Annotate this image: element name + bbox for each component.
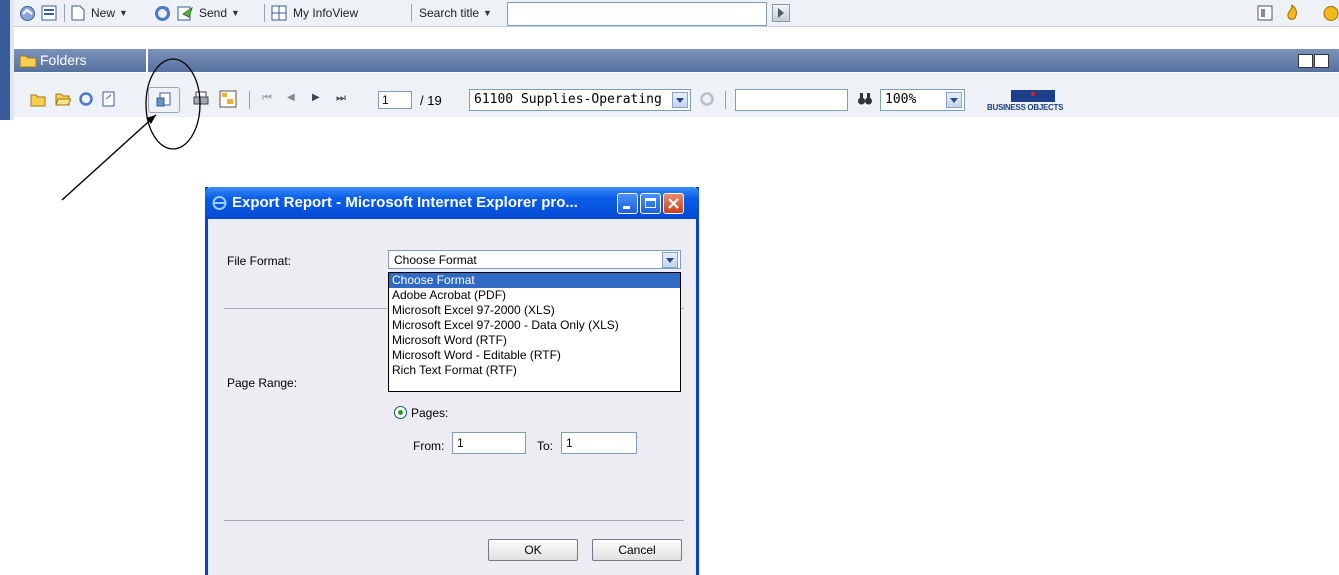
- file-format-select[interactable]: Choose Format: [388, 250, 681, 269]
- pages-radio[interactable]: [394, 406, 407, 419]
- minimize-button[interactable]: [617, 193, 638, 214]
- annotation-circle: [145, 58, 201, 150]
- dialog-title: Export Report - Microsoft Internet Explo…: [232, 194, 578, 211]
- from-label: From:: [413, 439, 445, 453]
- format-option[interactable]: Choose Format: [389, 273, 680, 288]
- dialog-titlebar[interactable]: Export Report - Microsoft Internet Explo…: [205, 187, 699, 219]
- file-format-value: Choose Format: [394, 253, 477, 267]
- chevron-down-icon[interactable]: [662, 252, 678, 268]
- format-option[interactable]: Microsoft Excel 97-2000 - Data Only (XLS…: [389, 318, 680, 333]
- cancel-button[interactable]: Cancel: [592, 539, 682, 561]
- format-option[interactable]: Adobe Acrobat (PDF): [389, 288, 680, 303]
- section-divider: [224, 520, 684, 521]
- format-option[interactable]: Rich Text Format (RTF): [389, 363, 680, 378]
- to-page-input[interactable]: [561, 432, 637, 454]
- annotation-arrow-line: [61, 114, 157, 201]
- section-divider: [681, 308, 684, 309]
- file-format-options-list: Choose Format Adobe Acrobat (PDF) Micros…: [388, 272, 681, 392]
- maximize-icon: [645, 198, 656, 208]
- close-button[interactable]: [663, 193, 684, 214]
- to-label: To:: [537, 439, 554, 453]
- from-page-input[interactable]: [452, 432, 526, 454]
- close-icon: [668, 198, 679, 209]
- page-range-label: Page Range:: [227, 376, 298, 390]
- file-format-label: File Format:: [227, 254, 292, 268]
- section-divider: [224, 308, 388, 309]
- format-option[interactable]: Microsoft Excel 97-2000 (XLS): [389, 303, 680, 318]
- maximize-button[interactable]: [640, 193, 661, 214]
- pages-option-label: Pages:: [411, 406, 449, 420]
- ok-button[interactable]: OK: [488, 539, 578, 561]
- ie-logo-icon: [212, 196, 227, 210]
- minimize-icon: [623, 206, 630, 209]
- format-option[interactable]: Microsoft Word (RTF): [389, 333, 680, 348]
- format-option[interactable]: Microsoft Word - Editable (RTF): [389, 348, 680, 363]
